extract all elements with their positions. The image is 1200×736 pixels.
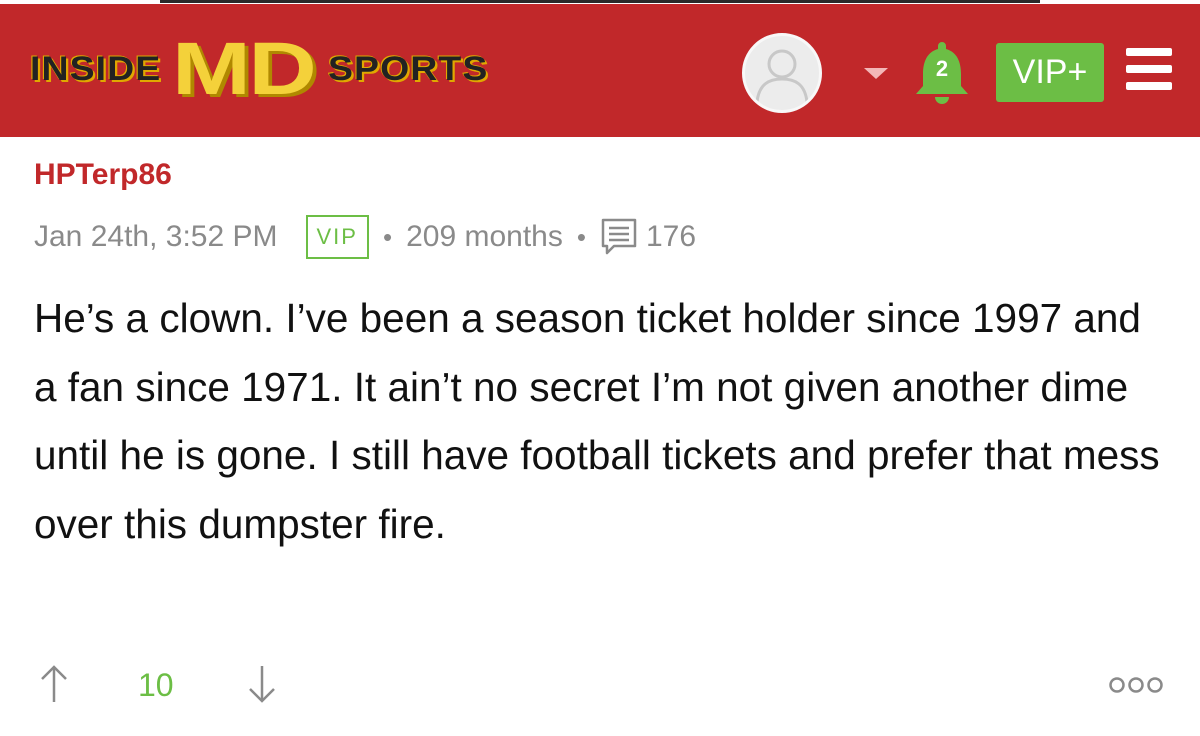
post-body: He’s a clown. I’ve been a season ticket …: [34, 295, 1160, 547]
user-avatar[interactable]: [742, 33, 822, 113]
vip-badge: VIP: [305, 215, 369, 259]
post-count: 176: [645, 220, 697, 253]
logo-md-text: MD: [172, 27, 317, 110]
logo-sports-text: SPORTS: [328, 50, 489, 88]
chevron-down-icon[interactable]: [864, 68, 888, 79]
post-timestamp: Jan 24th, 3:52 PM: [34, 220, 278, 253]
separator-dot: •: [576, 221, 586, 252]
comment-icon: [601, 218, 637, 255]
post-author[interactable]: HPTerp86: [34, 158, 172, 192]
site-logo[interactable]: INSIDE MD SPORTS: [30, 27, 510, 110]
top-edge-bar: [160, 0, 1040, 3]
membership-length: 209 months: [406, 220, 563, 253]
more-options-icon[interactable]: [1108, 676, 1164, 694]
downvote-arrow-icon[interactable]: [246, 664, 278, 704]
avatar-silhouette-icon: [755, 49, 809, 103]
vote-score: 10: [138, 667, 174, 703]
notification-count: 2: [935, 56, 949, 81]
post-meta: Jan 24th, 3:52 PM VIP • 209 months • 176: [34, 214, 696, 260]
hamburger-menu-icon[interactable]: [1126, 48, 1172, 90]
upvote-arrow-icon[interactable]: [38, 664, 70, 704]
site-header: INSIDE MD SPORTS 2 VIP+: [0, 4, 1200, 137]
notifications-bell[interactable]: 2: [912, 40, 972, 106]
separator-dot: •: [382, 221, 393, 252]
vip-plus-button[interactable]: VIP+: [996, 43, 1104, 102]
logo-inside-text: INSIDE: [30, 50, 162, 88]
